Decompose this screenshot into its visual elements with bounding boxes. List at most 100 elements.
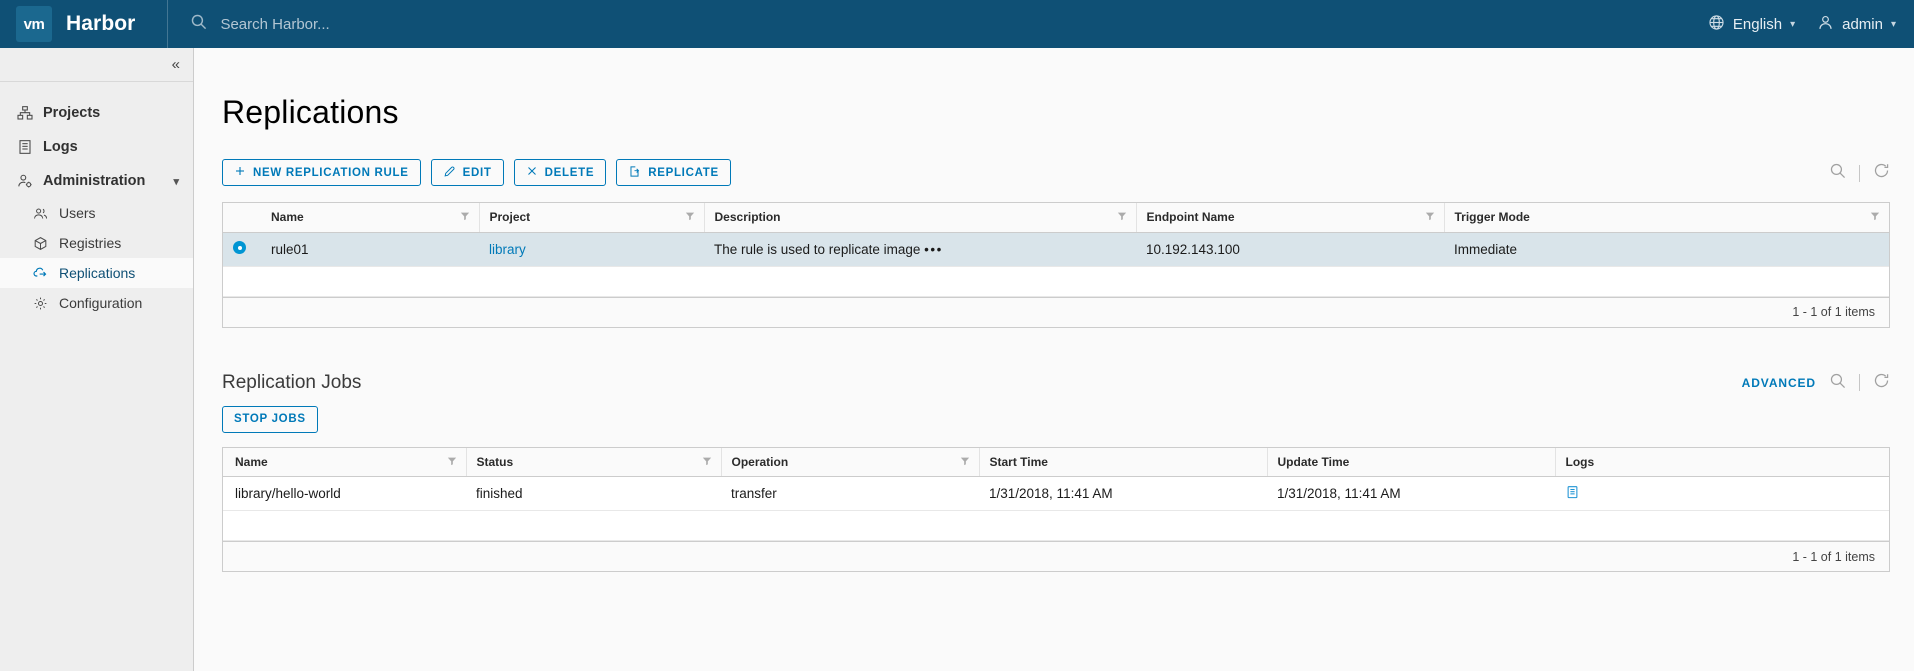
sidebar-item-replications[interactable]: Replications <box>0 258 193 288</box>
replicate-icon <box>628 165 641 181</box>
column-label: Update Time <box>1277 454 1350 469</box>
user-menu[interactable]: admin ▾ <box>1817 14 1896 35</box>
sidebar-item-projects[interactable]: Projects <box>0 96 193 130</box>
advanced-search-link[interactable]: ADVANCED <box>1742 376 1816 390</box>
button-label: EDIT <box>462 166 492 179</box>
language-selector[interactable]: English ▾ <box>1708 14 1795 35</box>
sidebar-item-label: Logs <box>43 139 78 155</box>
column-label: Name <box>271 210 304 225</box>
chevron-double-left-icon: « <box>171 56 180 73</box>
jobs-table-footer: 1 - 1 of 1 items <box>223 541 1889 571</box>
stop-jobs-button[interactable]: STOP JOBS <box>222 405 318 433</box>
new-replication-rule-button[interactable]: NEW REPLICATION RULE <box>222 159 421 186</box>
username-label: admin <box>1842 15 1883 33</box>
global-search[interactable] <box>190 13 1707 35</box>
language-label: English <box>1732 15 1783 33</box>
edit-button[interactable]: EDIT <box>430 159 504 186</box>
sidebar-item-users[interactable]: Users <box>0 198 193 228</box>
logs-icon <box>16 139 33 156</box>
filter-icon[interactable] <box>702 455 712 469</box>
header-actions: English ▾ admin ▾ <box>1708 14 1896 35</box>
column-header-project[interactable]: Project <box>479 203 705 233</box>
column-label: Start Time <box>989 454 1048 469</box>
brand[interactable]: vm Harbor <box>0 0 135 48</box>
column-header-name[interactable]: Name <box>223 447 467 477</box>
sidebar-item-label: Replications <box>59 265 136 281</box>
replication-rules-table: Name Project Description Endpoint Name T… <box>222 202 1890 328</box>
column-header-logs[interactable]: Logs <box>1555 447 1889 477</box>
sidebar-collapse-button[interactable]: « <box>0 48 193 82</box>
replicate-button[interactable]: REPLICATE <box>616 159 731 186</box>
column-header-endpoint-name[interactable]: Endpoint Name <box>1136 203 1445 233</box>
cell-name: rule01 <box>261 232 479 267</box>
globe-icon <box>1708 14 1725 35</box>
select-column-header <box>223 203 261 233</box>
column-label: Project <box>489 210 531 225</box>
button-label: DELETE <box>544 166 595 179</box>
search-icon[interactable] <box>1829 162 1846 184</box>
filter-icon[interactable] <box>460 210 470 224</box>
sidebar-item-registries[interactable]: Registries <box>0 228 193 258</box>
column-label: Trigger Mode <box>1454 210 1530 225</box>
row-radio-button[interactable] <box>233 241 246 254</box>
sidebar-nav: Projects Logs Administration ▾ Users Reg… <box>0 82 193 318</box>
column-label: Name <box>235 454 268 469</box>
column-header-update-time[interactable]: Update Time <box>1267 447 1556 477</box>
jobs-section-header: Replication Jobs ADVANCED <box>222 372 1890 394</box>
column-header-status[interactable]: Status <box>466 447 722 477</box>
cell-name: library/hello-world <box>223 476 466 511</box>
filter-icon[interactable] <box>1870 210 1880 224</box>
cell-description: The rule is used to replicate image ••• <box>704 232 1136 267</box>
log-document-icon[interactable] <box>1565 486 1580 503</box>
column-header-description[interactable]: Description <box>704 203 1137 233</box>
sidebar-item-label: Users <box>59 205 96 221</box>
column-header-trigger-mode[interactable]: Trigger Mode <box>1444 203 1889 233</box>
description-ellipsis[interactable]: ••• <box>924 242 943 257</box>
pencil-icon <box>443 165 456 181</box>
table-empty-row <box>223 266 1889 297</box>
button-label: REPLICATE <box>648 166 719 179</box>
table-row[interactable]: library/hello-world finished transfer 1/… <box>223 476 1889 511</box>
sidebar-item-label: Registries <box>59 235 122 251</box>
column-header-start-time[interactable]: Start Time <box>979 447 1268 477</box>
column-label: Description <box>714 210 781 225</box>
search-input[interactable] <box>218 14 579 34</box>
refresh-icon[interactable] <box>1873 162 1890 184</box>
cell-operation: transfer <box>721 476 979 511</box>
empty-cell <box>223 510 1889 541</box>
header-divider <box>167 0 169 48</box>
column-label: Logs <box>1565 454 1595 469</box>
user-icon <box>1817 14 1834 35</box>
filter-icon[interactable] <box>960 455 970 469</box>
column-header-name[interactable]: Name <box>261 203 480 233</box>
replications-icon <box>32 265 49 282</box>
filter-icon[interactable] <box>685 210 695 224</box>
plus-icon <box>234 165 246 180</box>
cell-trigger-mode: Immediate <box>1444 232 1889 267</box>
cell-status: finished <box>466 476 721 511</box>
sidebar-item-administration[interactable]: Administration ▾ <box>0 164 193 198</box>
delete-button[interactable]: DELETE <box>513 159 607 186</box>
search-icon[interactable] <box>1829 372 1846 394</box>
refresh-icon[interactable] <box>1873 372 1890 394</box>
chevron-down-icon: ▾ <box>1890 18 1896 30</box>
page-title: Replications <box>222 94 399 130</box>
filter-icon[interactable] <box>447 455 457 469</box>
project-link[interactable]: library <box>489 242 526 257</box>
sidebar-item-logs[interactable]: Logs <box>0 130 193 164</box>
column-label: Status <box>476 454 514 469</box>
cell-update-time: 1/31/2018, 11:41 AM <box>1267 476 1555 511</box>
row-select-cell[interactable] <box>223 232 261 267</box>
sidebar-item-configuration[interactable]: Configuration <box>0 288 193 318</box>
tool-divider <box>1859 164 1860 182</box>
filter-icon[interactable] <box>1117 210 1127 224</box>
main-content: Replications NEW REPLICATION RULE EDIT D… <box>194 48 1914 671</box>
replication-jobs-table: Name Status Operation Start Time Update … <box>222 446 1890 572</box>
filter-icon[interactable] <box>1425 210 1435 224</box>
column-header-operation[interactable]: Operation <box>721 447 980 477</box>
chevron-down-icon: ▾ <box>1790 18 1796 30</box>
button-label: STOP JOBS <box>234 413 306 425</box>
table-row[interactable]: rule01 library The rule is used to repli… <box>223 232 1889 267</box>
button-label: NEW REPLICATION RULE <box>253 166 409 179</box>
search-icon <box>190 13 207 35</box>
